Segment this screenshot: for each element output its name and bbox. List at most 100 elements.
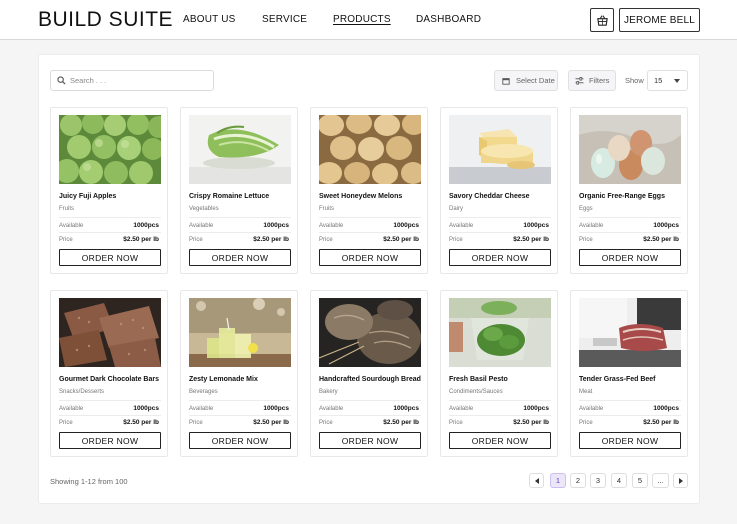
order-now-button[interactable]: ORDER NOW: [579, 432, 681, 449]
price-label: Price: [449, 420, 463, 426]
available-value: 1000pcs: [263, 405, 289, 412]
product-name[interactable]: Handcrafted Sourdough Bread: [319, 376, 421, 383]
divider: [449, 217, 551, 218]
available-label: Available: [449, 406, 474, 412]
available-label: Available: [59, 406, 84, 412]
search-box[interactable]: [50, 70, 214, 91]
product-card[interactable]: Savory Cheddar Cheese Dairy Available 10…: [440, 107, 558, 274]
product-card[interactable]: Gourmet Dark Chocolate Bars Snacks/Desse…: [50, 290, 168, 457]
price-value: $2.50 per lb: [643, 419, 679, 426]
product-name[interactable]: Fresh Basil Pesto: [449, 376, 508, 383]
product-name[interactable]: Tender Grass-Fed Beef: [579, 376, 656, 383]
prev-page-button[interactable]: [529, 473, 544, 488]
product-category: Snacks/Desserts: [59, 389, 105, 395]
product-card[interactable]: Sweet Honeydew Melons Fruits Available 1…: [310, 107, 428, 274]
available-value: 1000pcs: [523, 222, 549, 229]
price-value: $2.50 per lb: [123, 419, 159, 426]
divider: [579, 232, 681, 233]
nav-about-us[interactable]: ABOUT US: [183, 14, 236, 25]
available-value: 1000pcs: [263, 222, 289, 229]
product-card[interactable]: Crispy Romaine Lettuce Vegetables Availa…: [180, 107, 298, 274]
available-label: Available: [319, 406, 344, 412]
product-image[interactable]: [59, 298, 161, 367]
product-name[interactable]: Savory Cheddar Cheese: [449, 193, 530, 200]
price-label: Price: [579, 420, 593, 426]
product-name[interactable]: Gourmet Dark Chocolate Bars: [59, 376, 159, 383]
product-category: Meat: [579, 389, 593, 395]
order-now-button[interactable]: ORDER NOW: [59, 249, 161, 266]
product-card[interactable]: Tender Grass-Fed Beef Meat Available 100…: [570, 290, 688, 457]
show-count-select[interactable]: 15: [647, 70, 688, 91]
available-value: 1000pcs: [133, 222, 159, 229]
divider: [579, 400, 681, 401]
filters-button[interactable]: Filters: [568, 70, 616, 91]
product-card[interactable]: Juicy Fuji Apples Fruits Available 1000p…: [50, 107, 168, 274]
chevron-left-icon: [534, 477, 539, 484]
product-name[interactable]: Sweet Honeydew Melons: [319, 193, 402, 200]
divider: [319, 232, 421, 233]
nav-service[interactable]: SERVICE: [262, 14, 307, 25]
order-now-button[interactable]: ORDER NOW: [319, 249, 421, 266]
available-value: 1000pcs: [393, 222, 419, 229]
available-value: 1000pcs: [653, 222, 679, 229]
price-label: Price: [189, 420, 203, 426]
available-value: 1000pcs: [133, 405, 159, 412]
product-name[interactable]: Zesty Lemonade Mix: [189, 376, 258, 383]
price-label: Price: [59, 420, 73, 426]
product-card[interactable]: Fresh Basil Pesto Condiments/Sauces Avai…: [440, 290, 558, 457]
product-card[interactable]: Handcrafted Sourdough Bread Bakery Avail…: [310, 290, 428, 457]
available-label: Available: [189, 406, 214, 412]
order-now-button[interactable]: ORDER NOW: [189, 249, 291, 266]
product-image[interactable]: [189, 298, 291, 367]
product-name[interactable]: Juicy Fuji Apples: [59, 193, 116, 200]
price-label: Price: [189, 237, 203, 243]
brand-logo[interactable]: BUILD SUITE: [38, 8, 173, 32]
search-input[interactable]: [70, 76, 210, 85]
order-now-button[interactable]: ORDER NOW: [449, 432, 551, 449]
price-label: Price: [319, 237, 333, 243]
product-category: Beverages: [189, 389, 218, 395]
search-icon: [57, 76, 66, 85]
product-image[interactable]: [449, 115, 551, 184]
order-now-button[interactable]: ORDER NOW: [449, 249, 551, 266]
product-image[interactable]: [579, 115, 681, 184]
price-value: $2.50 per lb: [513, 419, 549, 426]
product-image[interactable]: [579, 298, 681, 367]
products-panel: Select Date Filters Show 15 Juicy Fuji A…: [38, 54, 700, 504]
order-now-button[interactable]: ORDER NOW: [59, 432, 161, 449]
page-2-button[interactable]: 2: [570, 473, 586, 488]
page-1-button[interactable]: 1: [550, 473, 566, 488]
pagination-summary: Showing 1-12 from 100: [50, 477, 128, 486]
product-image[interactable]: [59, 115, 161, 184]
product-name[interactable]: Organic Free-Range Eggs: [579, 193, 665, 200]
nav-dashboard[interactable]: DASHBOARD: [416, 14, 481, 25]
select-date-button[interactable]: Select Date: [494, 70, 558, 91]
product-image[interactable]: [449, 298, 551, 367]
product-name[interactable]: Crispy Romaine Lettuce: [189, 193, 269, 200]
nav-products[interactable]: PRODUCTS: [333, 14, 391, 25]
product-category: Condiments/Sauces: [449, 389, 503, 395]
product-card[interactable]: Organic Free-Range Eggs Eggs Available 1…: [570, 107, 688, 274]
product-image[interactable]: [319, 298, 421, 367]
page-4-button[interactable]: 4: [611, 473, 627, 488]
page-3-button[interactable]: 3: [590, 473, 606, 488]
product-image[interactable]: [189, 115, 291, 184]
calendar-icon: [502, 77, 510, 85]
order-now-button[interactable]: ORDER NOW: [319, 432, 421, 449]
page-5-button[interactable]: 5: [632, 473, 648, 488]
divider: [59, 232, 161, 233]
next-page-button[interactable]: [673, 473, 688, 488]
price-value: $2.50 per lb: [123, 236, 159, 243]
user-account-button[interactable]: JEROME BELL: [619, 8, 700, 32]
available-label: Available: [59, 223, 84, 229]
divider: [189, 415, 291, 416]
cart-button[interactable]: [590, 8, 614, 32]
product-card[interactable]: Zesty Lemonade Mix Beverages Available 1…: [180, 290, 298, 457]
divider: [449, 400, 551, 401]
available-value: 1000pcs: [523, 405, 549, 412]
chevron-down-icon: [674, 79, 680, 83]
order-now-button[interactable]: ORDER NOW: [189, 432, 291, 449]
order-now-button[interactable]: ORDER NOW: [579, 249, 681, 266]
product-image[interactable]: [319, 115, 421, 184]
divider: [189, 232, 291, 233]
